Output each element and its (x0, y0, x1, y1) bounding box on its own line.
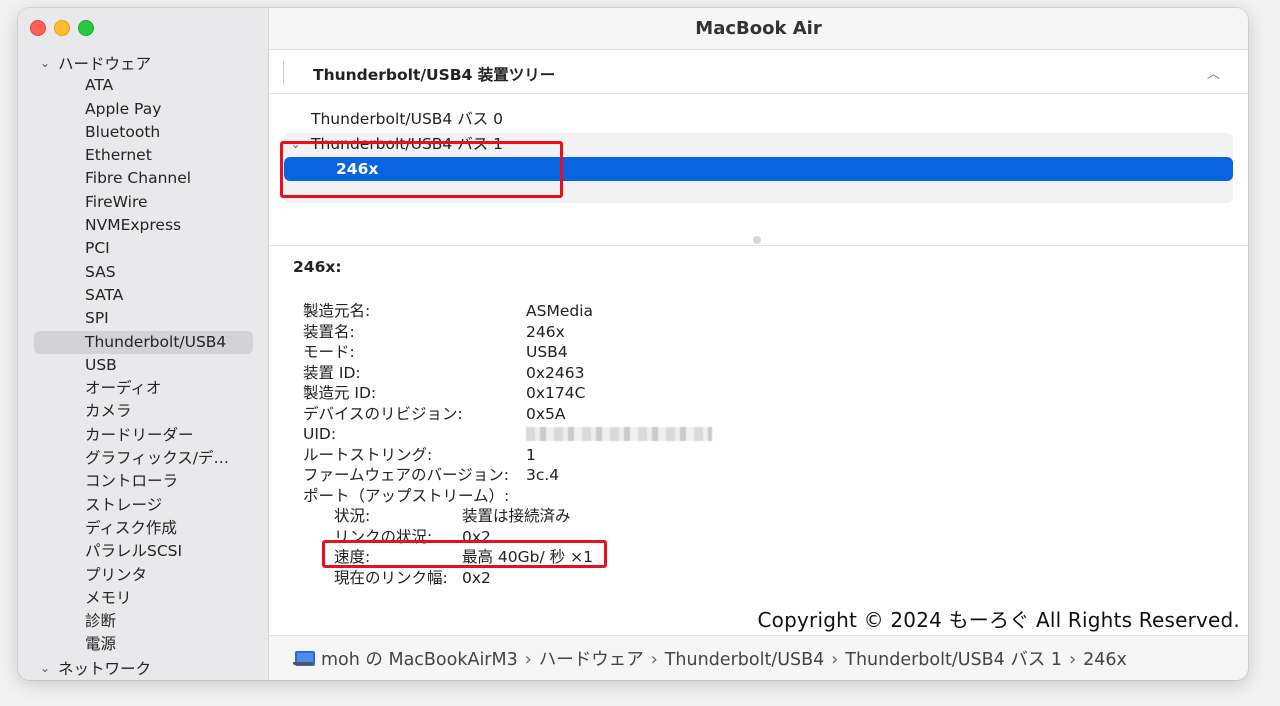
sidebar-item[interactable]: カメラ (18, 400, 269, 423)
detail-value: ASMedia (526, 302, 593, 320)
sidebar-item[interactable]: Thunderbolt/USB4 (34, 330, 253, 354)
detail-value: 0x2 (462, 568, 491, 587)
sidebar-item[interactable]: グラフィックス/デ… (18, 447, 269, 470)
sidebar-item[interactable]: オーディオ (18, 377, 269, 400)
sidebar-item[interactable]: Ethernet (18, 144, 269, 167)
copyright-watermark: Copyright © 2024 もーろぐ All Rights Reserve… (757, 608, 1240, 632)
detail-row: ルートストリング: 1 (293, 445, 1248, 466)
system-information-window: ⌄ ハードウェア ATA Apple Pay Bluetooth Ethernet Fi… (18, 8, 1248, 680)
sidebar-list: ⌄ ハードウェア ATA Apple Pay Bluetooth Ethernet Fi… (18, 51, 269, 680)
device-tree-header[interactable]: Thunderbolt/USB4 装置ツリー ︿ (269, 51, 1248, 94)
sidebar-item[interactable]: カードリーダー (18, 424, 269, 447)
detail-key: 製造元名: (303, 302, 371, 320)
sidebar-item[interactable]: メモリ (18, 587, 269, 610)
detail-row: デバイスのリビジョン: 0x5A (293, 404, 1248, 425)
detail-title: 246x: (293, 258, 342, 276)
chevron-up-icon[interactable]: ︿ (1207, 63, 1220, 82)
sidebar-item[interactable]: Bluetooth (18, 121, 269, 144)
sidebar-item[interactable]: SATA (18, 284, 269, 307)
detail-value: USB4 (526, 343, 568, 361)
minimize-button[interactable] (54, 20, 70, 36)
main-pane: MacBook Air Thunderbolt/USB4 装置ツリー ︿ Thu… (269, 8, 1248, 680)
detail-value: 246x (526, 322, 565, 341)
sidebar-item[interactable]: ATA (18, 74, 269, 97)
sidebar-item[interactable]: FireWire (18, 191, 269, 214)
tree-item-bus0[interactable]: Thunderbolt/USB4 バス 0 (269, 108, 1248, 131)
detail-key: ポート（アップストリーム）: (303, 486, 510, 505)
chevron-right-icon: › (831, 649, 839, 670)
sidebar-item[interactable]: ディスク作成 (18, 517, 269, 540)
detail-row: UID: (293, 424, 1248, 445)
sidebar-item[interactable]: ストレージ (18, 494, 269, 517)
sidebar-item[interactable]: USB (18, 354, 269, 377)
divider (283, 61, 284, 85)
detail-row: ファームウェアのバージョン: 3c.4 (293, 465, 1248, 486)
detail-row: 状況: 装置は接続済み (293, 506, 1248, 527)
detail-value: 3c.4 (526, 466, 560, 484)
detail-key: 装置 ID: (303, 363, 361, 382)
window-controls (30, 20, 94, 36)
detail-value: 0x174C (526, 384, 586, 402)
detail-row: 現在のリンク幅: 0x2 (293, 568, 1248, 589)
detail-key: ファームウェアのバージョン: (303, 466, 509, 484)
breadcrumb-item[interactable]: Thunderbolt/USB4 (665, 650, 825, 670)
device-tree-title: Thunderbolt/USB4 装置ツリー (313, 66, 556, 84)
detail-key: 状況: (334, 507, 371, 525)
chevron-right-icon: › (1069, 649, 1077, 670)
path-bar: moh の MacBookAirM3 › ハードウェア › Thunderbolt/US… (269, 635, 1248, 680)
detail-key: 装置名: (303, 322, 355, 341)
highlight-box-speed (322, 540, 607, 568)
sidebar-item[interactable]: 電源 (18, 633, 269, 656)
detail-key: ルートストリング: (303, 445, 433, 464)
detail-row: モード: USB4 (293, 342, 1248, 363)
sidebar-item[interactable]: Apple Pay (18, 98, 269, 121)
detail-row: 装置 ID: 0x2463 (293, 363, 1248, 384)
sidebar-item[interactable]: Fibre Channel (18, 167, 269, 190)
breadcrumb-item[interactable]: ハードウェア (539, 650, 644, 670)
sidebar-section-network[interactable]: ⌄ ネットワーク (18, 657, 269, 680)
detail-key: デバイスのリビジョン: (303, 404, 463, 423)
breadcrumb-item[interactable]: 246x (1083, 650, 1127, 670)
detail-row: 製造元 ID: 0x174C (293, 383, 1248, 404)
chevron-down-icon[interactable]: ⌄ (40, 661, 58, 675)
pane-splitter[interactable] (269, 236, 1248, 246)
sidebar-item[interactable]: PCI (18, 237, 269, 260)
sidebar-item[interactable]: プリンタ (18, 564, 269, 587)
sidebar-item[interactable]: SAS (18, 261, 269, 284)
highlight-box-tree (280, 141, 563, 198)
detail-row: 装置名: 246x (293, 322, 1248, 343)
splitter-handle-icon[interactable] (753, 236, 761, 244)
sidebar-section-hardware[interactable]: ⌄ ハードウェア (18, 51, 269, 74)
detail-row: 製造元名: ASMedia (293, 301, 1248, 322)
device-tree: Thunderbolt/USB4 バス 0 ⌄ Thunderbolt/USB4… (269, 108, 1248, 203)
sidebar-section-label: ネットワーク (58, 660, 152, 679)
chevron-right-icon: › (650, 649, 658, 670)
chevron-down-icon[interactable]: ⌄ (40, 56, 58, 70)
sidebar-item[interactable]: 診断 (18, 610, 269, 633)
detail-key: モード: (303, 343, 355, 361)
detail-key: UID: (303, 425, 337, 443)
sidebar-item[interactable]: SPI (18, 307, 269, 330)
detail-value: 0x2463 (526, 363, 585, 382)
detail-panel: 246x: 製造元名: ASMedia 装置名: 246x モード: USB4 装置 ID:… (293, 258, 1248, 588)
detail-key: 現在のリンク幅: (334, 568, 448, 587)
breadcrumb-item[interactable]: moh の MacBookAirM3 (321, 650, 518, 670)
close-button[interactable] (30, 20, 46, 36)
sidebar: ⌄ ハードウェア ATA Apple Pay Bluetooth Ethernet Fi… (18, 8, 269, 680)
sidebar-item[interactable]: コントローラ (18, 470, 269, 493)
detail-row: ポート（アップストリーム）: (293, 486, 1248, 507)
laptop-icon (293, 651, 315, 666)
sidebar-section-label: ハードウェア (58, 54, 152, 73)
detail-key: 製造元 ID: (303, 384, 377, 402)
zoom-button[interactable] (78, 20, 94, 36)
detail-value: 1 (526, 445, 536, 464)
detail-value: 0x5A (526, 404, 566, 423)
chevron-right-icon: › (524, 649, 532, 670)
breadcrumb-item[interactable]: Thunderbolt/USB4 バス 1 (845, 650, 1062, 670)
sidebar-item[interactable]: パラレルSCSI (18, 540, 269, 563)
window-title: MacBook Air (269, 8, 1248, 50)
detail-value: 装置は接続済み (462, 507, 571, 525)
redacted-uid (526, 427, 712, 441)
sidebar-item[interactable]: NVMExpress (18, 214, 269, 237)
